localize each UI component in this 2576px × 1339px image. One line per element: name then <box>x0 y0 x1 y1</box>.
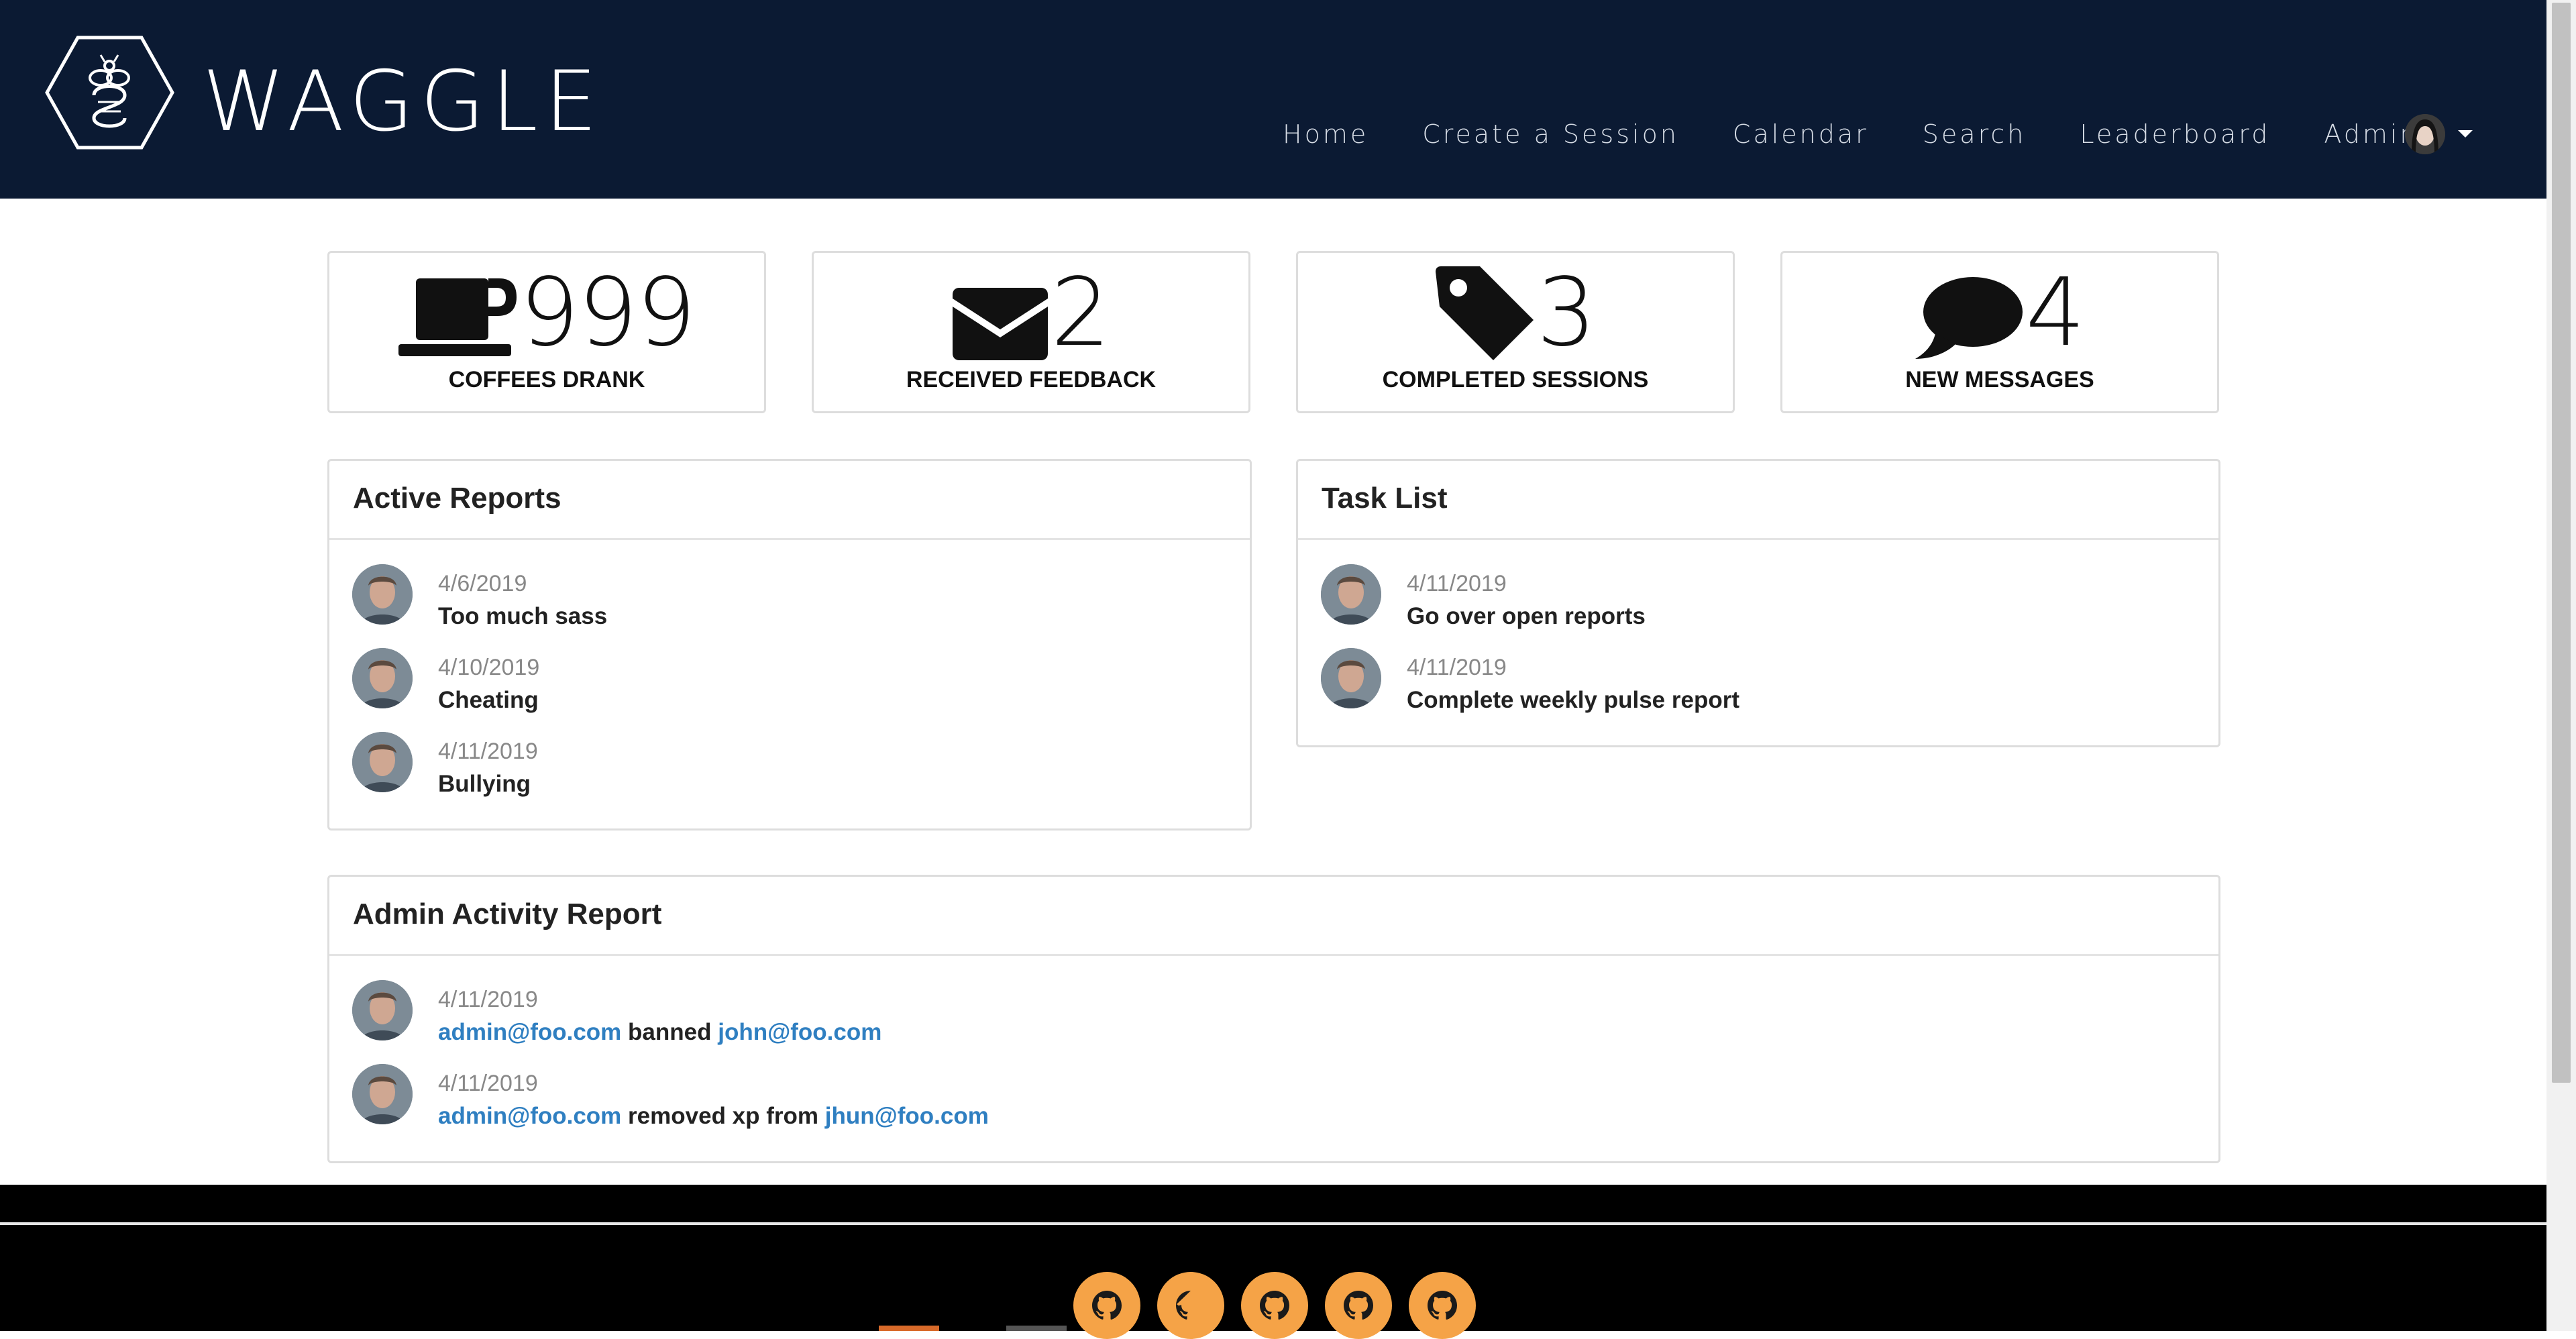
chevron-down-icon[interactable] <box>2458 130 2473 138</box>
messages-label: NEW MESSAGES <box>1905 367 2094 392</box>
github-link-button[interactable] <box>1409 1272 1476 1339</box>
admin-activity-title: Admin Activity Report <box>329 877 2218 956</box>
stat-card-feedback: 2 RECEIVED FEEDBACK <box>812 251 1250 413</box>
brand-name[interactable]: WAGGLE <box>203 60 604 144</box>
github-icon <box>1176 1291 1191 1320</box>
avatar <box>352 1064 413 1124</box>
sessions-label: COMPLETED SESSIONS <box>1382 367 1649 392</box>
github-link-button[interactable] <box>1157 1272 1224 1339</box>
avatar <box>1321 564 1381 625</box>
active-reports-title: Active Reports <box>329 461 1250 540</box>
tag-icon <box>1436 266 1534 360</box>
task-text: Complete weekly pulse report <box>1407 687 1739 713</box>
speech-bubble-icon <box>1915 277 2023 359</box>
report-text: Cheating <box>438 687 539 713</box>
avatar <box>1321 648 1381 708</box>
stat-card-messages: 4 NEW MESSAGES <box>1780 251 2219 413</box>
sessions-count: 3 <box>1536 258 1596 368</box>
task-date: 4/11/2019 <box>1407 571 1507 596</box>
actor-link[interactable]: admin@foo.com <box>438 1103 621 1129</box>
stat-card-coffees: 999 COFFEES DRANK <box>327 251 766 413</box>
nav-search[interactable]: Search <box>1923 114 2027 154</box>
feedback-label: RECEIVED FEEDBACK <box>906 367 1157 392</box>
stat-card-sessions: 3 COMPLETED SESSIONS <box>1296 251 1735 413</box>
github-link-button[interactable] <box>1073 1272 1140 1339</box>
avatar <box>352 648 413 708</box>
activity-date: 4/11/2019 <box>438 987 538 1012</box>
activity-text: admin@foo.com removed xp from jhun@foo.c… <box>438 1103 989 1130</box>
report-date: 4/10/2019 <box>438 655 540 680</box>
task-list-panel: Task List 4/11/2019 Go over open reports… <box>1296 459 2220 747</box>
report-text: Too much sass <box>438 603 608 629</box>
target-link[interactable]: john@foo.com <box>718 1019 881 1045</box>
github-link-button[interactable] <box>1241 1272 1308 1339</box>
feedback-count: 2 <box>1051 258 1110 368</box>
report-date: 4/6/2019 <box>438 571 527 596</box>
github-icon <box>1260 1291 1289 1320</box>
nav-create-session[interactable]: Create a Session <box>1422 114 1679 154</box>
task-text: Go over open reports <box>1407 603 1646 629</box>
avatar <box>352 980 413 1040</box>
github-icon <box>1428 1291 1457 1320</box>
task-list-title: Task List <box>1298 461 2218 540</box>
avatar <box>352 564 413 625</box>
actor-link[interactable]: admin@foo.com <box>438 1019 621 1045</box>
page-footer <box>0 1185 2546 1339</box>
report-text: Bullying <box>438 771 531 797</box>
nav-leaderboard[interactable]: Leaderboard <box>2080 114 2270 154</box>
target-link[interactable]: jhun@foo.com <box>825 1103 989 1129</box>
nav-links: Home Create a Session Calendar Search Le… <box>1283 114 2419 154</box>
bee-logo-icon[interactable] <box>44 35 175 150</box>
activity-text: admin@foo.com banned john@foo.com <box>438 1019 881 1046</box>
top-navbar: WAGGLE Home Create a Session Calendar Se… <box>0 0 2546 199</box>
github-link-button[interactable] <box>1325 1272 1392 1339</box>
footer-tab <box>1006 1326 1067 1331</box>
active-reports-panel: Active Reports 4/6/2019 Too much sass 4/… <box>327 459 1252 831</box>
messages-count: 4 <box>2025 258 2085 368</box>
github-icon <box>1344 1291 1373 1320</box>
page-scrollbar[interactable] <box>2546 0 2576 1331</box>
nav-home[interactable]: Home <box>1283 114 1368 154</box>
activity-date: 4/11/2019 <box>438 1071 538 1096</box>
avatar <box>352 732 413 792</box>
github-icon <box>1092 1291 1122 1320</box>
activity-action: removed xp from <box>628 1103 819 1129</box>
footer-tab <box>879 1326 939 1331</box>
coffee-icon <box>398 278 517 356</box>
coffees-count: 999 <box>519 258 696 368</box>
report-date: 4/11/2019 <box>438 739 538 764</box>
nav-calendar[interactable]: Calendar <box>1733 114 1869 154</box>
coffees-label: COFFEES DRANK <box>448 367 645 392</box>
footer-divider <box>0 1222 2546 1225</box>
admin-activity-panel: Admin Activity Report 4/11/2019 admin@fo… <box>327 875 2220 1163</box>
activity-action: banned <box>628 1019 712 1045</box>
user-avatar[interactable] <box>2405 114 2445 154</box>
envelope-icon <box>953 288 1049 360</box>
scrollbar-thumb[interactable] <box>2552 3 2571 1083</box>
task-date: 4/11/2019 <box>1407 655 1507 680</box>
